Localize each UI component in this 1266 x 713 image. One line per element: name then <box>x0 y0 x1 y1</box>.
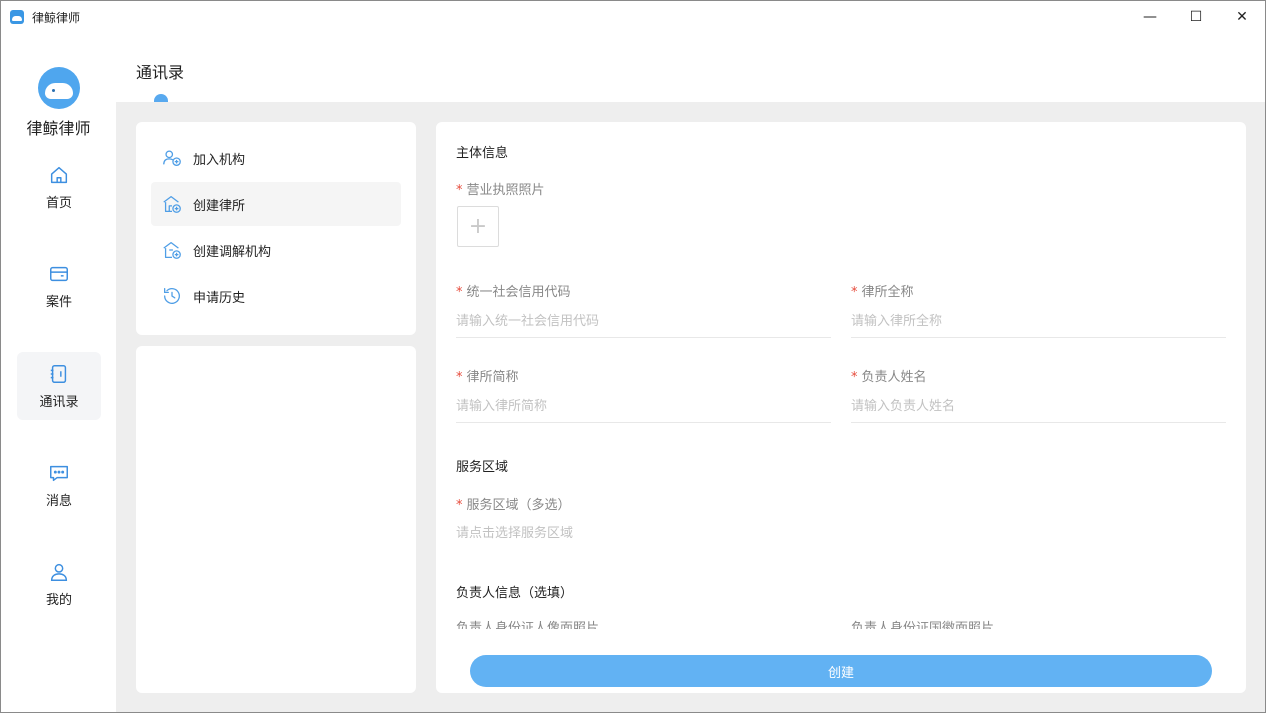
id-front-photo-label: 负责人身份证人像面照片 <box>456 621 600 629</box>
app-logo-icon <box>10 10 24 24</box>
create-firm-form: 主体信息 *营业执照照片 + *统一社会信用代码 *律所全称 *律所简称 *负责… <box>436 122 1246 693</box>
menu-item-label: 申请历史 <box>193 290 246 306</box>
sidebar-item-label: 我的 <box>45 592 72 608</box>
firm-fullname-label: * 律所全称 <box>851 285 914 300</box>
credit-code-label: * 统一社会信用代码 <box>456 285 571 300</box>
sidebar-item-label: 首页 <box>45 195 72 211</box>
sidebar-item-label: 案件 <box>45 294 72 310</box>
required-mark: * <box>851 285 858 300</box>
window-title: 律鲸律师 <box>32 10 81 25</box>
menu-item-label: 创建律所 <box>193 198 246 214</box>
maximize-button[interactable]: ☐ <box>1173 1 1219 33</box>
manager-name-input[interactable] <box>851 391 1226 423</box>
menu-item-create-firm[interactable]: 创建律所 <box>151 182 401 226</box>
message-icon <box>50 465 68 481</box>
close-button[interactable]: ✕ <box>1219 1 1265 33</box>
page-title: 通讯录 <box>136 63 185 82</box>
home-icon <box>50 166 68 183</box>
section-title-main-info: 主体信息 <box>456 146 509 161</box>
section-title-manager-info: 负责人信息（选填） <box>456 586 574 601</box>
active-tab-indicator <box>154 94 168 102</box>
action-menu-card: 加入机构 创建律所 创建调解机构 申请历史 <box>136 122 416 335</box>
menu-item-create-mediation[interactable]: 创建调解机构 <box>151 228 401 272</box>
sidebar-item-home[interactable]: 首页 <box>17 153 101 221</box>
manager-name-label: * 负责人姓名 <box>851 370 927 385</box>
menu-item-label: 加入机构 <box>193 152 246 168</box>
sidebar-item-label: 通讯录 <box>39 394 79 410</box>
service-area-label: * 服务区域（多选） <box>456 498 571 513</box>
join-org-icon <box>163 150 181 166</box>
title-bar: 律鲸律师 — ☐ ✕ <box>1 1 1265 33</box>
main-content: 加入机构 创建律所 创建调解机构 申请历史 主体信息 * 营业执照照片 + * 统一… <box>116 102 1265 712</box>
menu-item-label: 创建调解机构 <box>193 244 272 260</box>
firm-shortname-label: * 律所简称 <box>456 370 519 385</box>
sidebar-item-label: 消息 <box>45 493 72 509</box>
plus-icon: + <box>468 214 488 239</box>
required-mark: * <box>456 183 463 198</box>
menu-item-join-org[interactable]: 加入机构 <box>151 136 401 180</box>
brand-name: 律鲸律师 <box>26 119 91 138</box>
create-firm-icon <box>163 196 181 213</box>
license-photo-label: * 营业执照照片 <box>456 183 545 198</box>
form-scrollbar[interactable] <box>1240 122 1246 693</box>
required-mark: * <box>456 370 463 385</box>
required-mark: * <box>851 370 858 385</box>
sidebar-item-contacts[interactable]: 通讯录 <box>17 352 101 420</box>
user-icon <box>50 563 68 581</box>
empty-panel <box>136 346 416 693</box>
sidebar-item-mine[interactable]: 我的 <box>17 550 101 618</box>
sidebar-item-messages[interactable]: 消息 <box>17 451 101 519</box>
service-area-selector[interactable]: 请点击选择服务区域 <box>456 522 573 541</box>
firm-shortname-input[interactable] <box>456 391 831 423</box>
create-button[interactable]: 创建 <box>470 655 1212 687</box>
history-icon <box>164 288 180 304</box>
case-icon <box>50 266 68 281</box>
id-back-photo-label: 负责人身份证国徽面照片 <box>851 621 995 629</box>
minimize-button[interactable]: — <box>1127 1 1173 33</box>
menu-item-history[interactable]: 申请历史 <box>151 274 401 318</box>
sidebar: 律鲸律师 首页 案件 通讯录 消息 我的 <box>1 33 116 712</box>
required-mark: * <box>456 498 463 513</box>
credit-code-input[interactable] <box>456 306 831 338</box>
license-upload-button[interactable]: + <box>457 206 499 247</box>
sidebar-item-cases[interactable]: 案件 <box>17 252 101 320</box>
firm-fullname-input[interactable] <box>851 306 1226 338</box>
create-mediation-icon <box>163 242 181 259</box>
brand-logo-icon <box>38 67 80 109</box>
required-mark: * <box>456 285 463 300</box>
contacts-icon <box>50 364 67 383</box>
section-title-service-area: 服务区域 <box>456 460 509 475</box>
window-controls: — ☐ ✕ <box>1127 1 1265 33</box>
